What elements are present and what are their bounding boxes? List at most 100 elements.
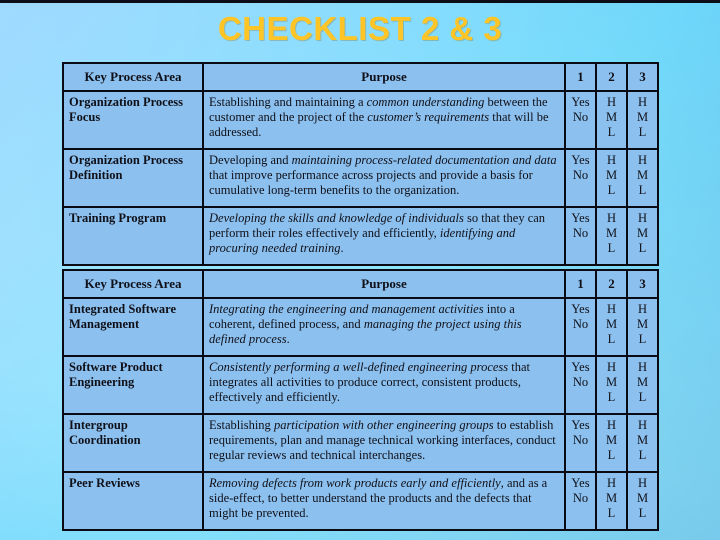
cell-rating-3[interactable]: HML bbox=[626, 297, 659, 357]
column-header-1: 1 bbox=[564, 62, 597, 92]
rating-option[interactable]: M bbox=[633, 168, 652, 183]
cell-rating-2[interactable]: HML bbox=[595, 355, 628, 415]
rating-option[interactable]: L bbox=[633, 125, 652, 140]
rating-option[interactable]: M bbox=[633, 375, 652, 390]
rating-option[interactable]: Yes bbox=[571, 476, 590, 491]
rating-option[interactable]: H bbox=[602, 418, 621, 433]
cell-key-process-area: Organization Process Definition bbox=[62, 148, 204, 208]
rating-option[interactable]: L bbox=[602, 506, 621, 521]
rating-option[interactable]: Yes bbox=[571, 418, 590, 433]
cell-rating-2[interactable]: HML bbox=[595, 297, 628, 357]
cell-rating-1[interactable]: Yes No bbox=[564, 206, 597, 266]
rating-option[interactable]: L bbox=[602, 241, 621, 256]
rating-option[interactable]: Yes bbox=[571, 211, 590, 226]
rating-option[interactable]: L bbox=[602, 183, 621, 198]
rating-option[interactable]: L bbox=[602, 332, 621, 347]
cell-rating-2[interactable]: HML bbox=[595, 413, 628, 473]
kpa-table: Key Process Area Purpose 1 2 3 Organizat… bbox=[62, 62, 659, 266]
column-header-3: 3 bbox=[626, 269, 659, 299]
rating-option[interactable]: H bbox=[602, 153, 621, 168]
rating-option[interactable]: M bbox=[602, 317, 621, 332]
rating-option[interactable]: L bbox=[602, 448, 621, 463]
rating-option[interactable]: M bbox=[633, 433, 652, 448]
cell-rating-2[interactable]: HML bbox=[595, 148, 628, 208]
table-header-row: Key Process Area Purpose 1 2 3 bbox=[62, 62, 659, 92]
rating-option[interactable]: M bbox=[602, 375, 621, 390]
rating-option[interactable]: L bbox=[633, 390, 652, 405]
cell-rating-1[interactable]: Yes No bbox=[564, 148, 597, 208]
slide-canvas: CHECKLIST 2 & 3 Key Process Area Purpose… bbox=[0, 0, 720, 540]
column-header-1: 1 bbox=[564, 269, 597, 299]
rating-option[interactable]: Yes bbox=[571, 360, 590, 375]
rating-option[interactable]: L bbox=[602, 390, 621, 405]
rating-option[interactable]: H bbox=[633, 153, 652, 168]
rating-option[interactable]: H bbox=[633, 211, 652, 226]
cell-rating-3[interactable]: HML bbox=[626, 471, 659, 531]
rating-option[interactable]: H bbox=[602, 302, 621, 317]
rating-option[interactable]: M bbox=[633, 491, 652, 506]
cell-key-process-area: Software Product Engineering bbox=[62, 355, 204, 415]
rating-option[interactable]: H bbox=[602, 476, 621, 491]
rating-option[interactable]: No bbox=[571, 226, 590, 241]
rating-option[interactable]: H bbox=[633, 360, 652, 375]
rating-option[interactable]: L bbox=[633, 241, 652, 256]
rating-option[interactable]: Yes bbox=[571, 153, 590, 168]
rating-option[interactable]: L bbox=[633, 332, 652, 347]
cell-rating-2[interactable]: HML bbox=[595, 90, 628, 150]
rating-option[interactable]: No bbox=[571, 491, 590, 506]
rating-option[interactable]: No bbox=[571, 168, 590, 183]
cell-rating-1[interactable]: Yes No bbox=[564, 355, 597, 415]
rating-option[interactable]: M bbox=[602, 168, 621, 183]
rating-option[interactable]: H bbox=[633, 418, 652, 433]
column-header-2: 2 bbox=[595, 269, 628, 299]
rating-option[interactable]: M bbox=[633, 226, 652, 241]
page-title: CHECKLIST 2 & 3 bbox=[217, 10, 503, 47]
table-row: Integrated Software Management Integratin… bbox=[62, 297, 659, 357]
rating-option[interactable]: No bbox=[571, 433, 590, 448]
rating-option[interactable]: H bbox=[633, 95, 652, 110]
table-row: Organization Process Focus Establishing a… bbox=[62, 90, 659, 150]
cell-rating-1[interactable]: Yes No bbox=[564, 90, 597, 150]
cell-rating-3[interactable]: HML bbox=[626, 148, 659, 208]
table-1-body: Organization Process Focus Establishing a… bbox=[62, 90, 659, 266]
rating-option[interactable]: H bbox=[633, 476, 652, 491]
rating-option[interactable]: No bbox=[571, 110, 590, 125]
rating-option[interactable]: H bbox=[633, 302, 652, 317]
rating-option[interactable]: M bbox=[602, 433, 621, 448]
rating-option[interactable]: H bbox=[602, 211, 621, 226]
cell-key-process-area: Intergroup Coordination bbox=[62, 413, 204, 473]
rating-option[interactable]: H bbox=[602, 360, 621, 375]
rating-option[interactable]: Yes bbox=[571, 95, 590, 110]
cell-key-process-area: Integrated Software Management bbox=[62, 297, 204, 357]
rating-option[interactable]: M bbox=[602, 226, 621, 241]
cell-rating-3[interactable]: HML bbox=[626, 206, 659, 266]
cell-rating-3[interactable]: HML bbox=[626, 413, 659, 473]
cell-purpose: Removing defects from work products earl… bbox=[202, 471, 566, 531]
rating-option[interactable]: L bbox=[633, 448, 652, 463]
rating-option[interactable]: No bbox=[571, 317, 590, 332]
rating-option[interactable]: M bbox=[633, 110, 652, 125]
table-header-row: Key Process Area Purpose 1 2 3 bbox=[62, 269, 659, 299]
cell-rating-3[interactable]: HML bbox=[626, 90, 659, 150]
cell-rating-2[interactable]: HML bbox=[595, 206, 628, 266]
rating-option[interactable]: H bbox=[602, 95, 621, 110]
cell-purpose: Developing the skills and knowledge of i… bbox=[202, 206, 566, 266]
rating-option[interactable]: L bbox=[633, 506, 652, 521]
rating-option[interactable]: M bbox=[602, 491, 621, 506]
rating-option[interactable]: M bbox=[602, 110, 621, 125]
cell-rating-3[interactable]: HML bbox=[626, 355, 659, 415]
column-header-key-process-area: Key Process Area bbox=[62, 62, 204, 92]
rating-option[interactable]: L bbox=[602, 125, 621, 140]
table-row: Organization Process Definition Developin… bbox=[62, 148, 659, 208]
cell-rating-2[interactable]: HML bbox=[595, 471, 628, 531]
column-header-3: 3 bbox=[626, 62, 659, 92]
cell-rating-1[interactable]: Yes No bbox=[564, 413, 597, 473]
rating-option[interactable]: Yes bbox=[571, 302, 590, 317]
table-row: Software Product Engineering Consistently… bbox=[62, 355, 659, 415]
rating-option[interactable]: No bbox=[571, 375, 590, 390]
rating-option[interactable]: M bbox=[633, 317, 652, 332]
cell-rating-1[interactable]: Yes No bbox=[564, 471, 597, 531]
column-header-2: 2 bbox=[595, 62, 628, 92]
rating-option[interactable]: L bbox=[633, 183, 652, 198]
cell-rating-1[interactable]: Yes No bbox=[564, 297, 597, 357]
